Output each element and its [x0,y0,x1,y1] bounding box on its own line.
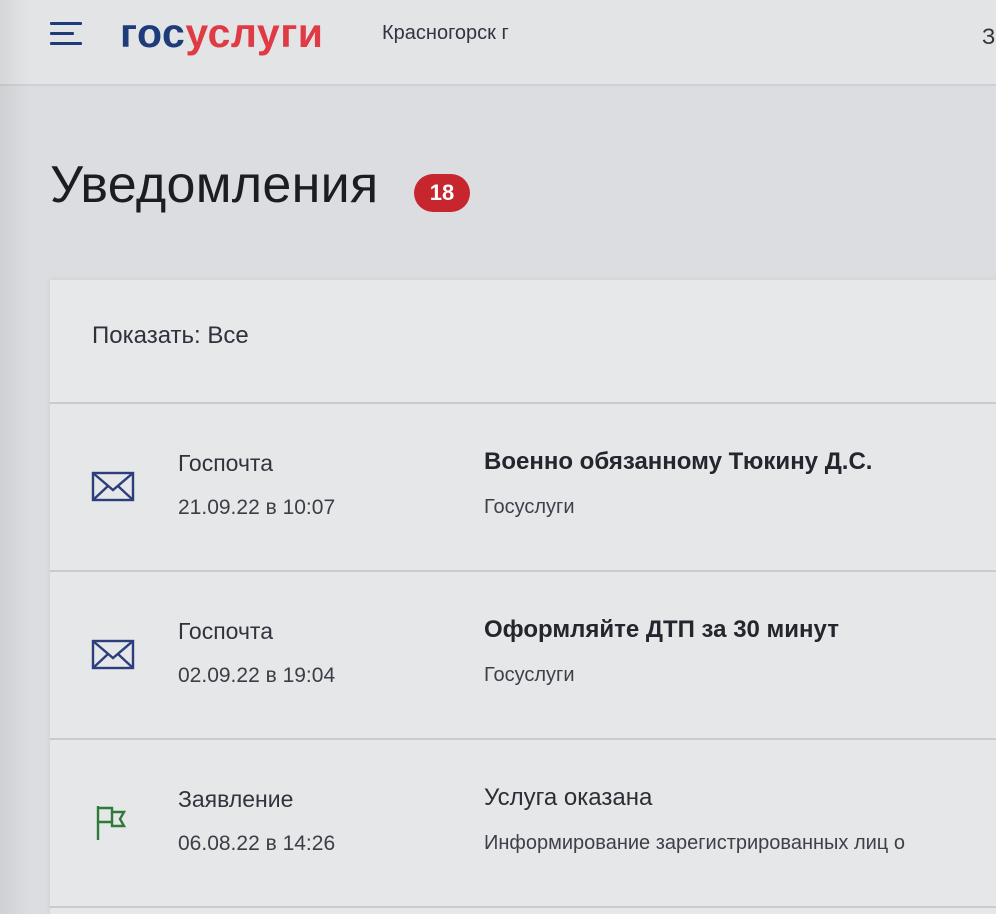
envelope-icon [91,639,135,670]
notification-row[interactable]: Заявление 06.08.22 в 14:26 Услуга оказан… [50,740,996,908]
gosuslugi-logo[interactable]: госуслуги [120,8,324,58]
logo-part-gos: гос [120,10,186,56]
header-cut-text: З [982,24,996,49]
notification-title: Услуга оказана [484,784,653,811]
notification-date: 06.08.22 в 14:26 [178,832,336,855]
logo-part-uslugi: услуги [185,10,324,56]
top-header: госуслуги Красногорск г З [0,0,996,86]
screen-edge-shadow [0,0,30,914]
envelope-icon [91,471,135,502]
menu-icon[interactable] [50,22,84,46]
notification-type: Госпочта [178,450,273,476]
notification-type: Госпочта [178,618,273,644]
notification-date: 02.09.22 в 19:04 [178,664,336,687]
notification-source: Госуслуги [484,496,575,518]
page: госуслуги Красногорск г З Уведомления 18… [0,0,996,914]
notification-source: Информирование зарегистрированных лиц о [484,832,905,854]
notification-title: Военно обязанному Тюкину Д.С. [484,448,873,475]
notification-type: Заявление [178,786,294,812]
notification-source: Госуслуги [484,664,575,686]
notification-count-badge: 18 [414,174,470,212]
flag-icon [96,806,127,840]
notifications-card: Показать: Все Госпочта 21.09.22 в 10:07 … [50,280,996,914]
notification-title: Оформляйте ДТП за 30 минут [484,616,839,643]
notification-row[interactable]: Госпочта 21.09.22 в 10:07 Военно обязанн… [50,404,996,572]
page-title: Уведомления [50,156,379,214]
notification-date: 21.09.22 в 10:07 [178,496,336,519]
filter-dropdown[interactable]: Показать: Все [92,322,249,350]
notification-row[interactable]: Госпочта 02.09.22 в 19:04 Оформляйте ДТП… [50,572,996,740]
location-selector[interactable]: Красногорск г [382,22,509,45]
filter-bar: Показать: Все [50,280,996,404]
